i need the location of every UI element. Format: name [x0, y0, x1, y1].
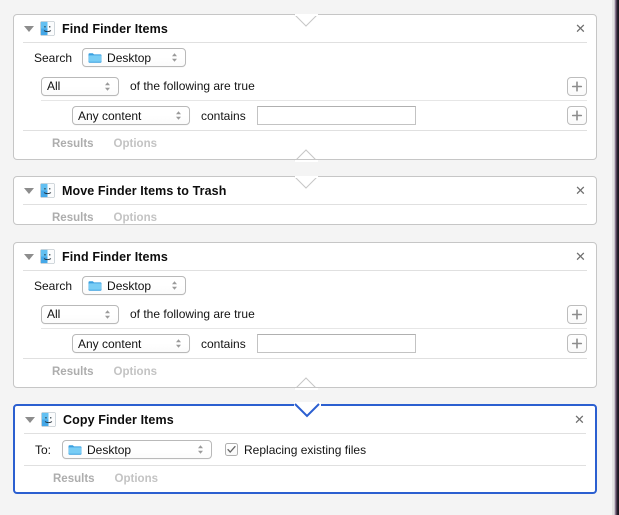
- window-right-edge: [612, 0, 619, 515]
- plus-icon: [571, 110, 583, 121]
- action-header[interactable]: Find Finder Items ✕: [14, 15, 596, 42]
- action-block-find-finder-items-1[interactable]: Find Finder Items ✕ Search Desktop All o…: [13, 14, 597, 162]
- options-tab[interactable]: Options: [114, 138, 157, 150]
- search-location-popup[interactable]: Desktop: [82, 48, 187, 67]
- action-title: Find Finder Items: [62, 21, 168, 36]
- finder-icon: [41, 412, 56, 427]
- replace-existing-files-control[interactable]: Replacing existing files: [225, 443, 366, 457]
- condition-row: All of the following are true: [14, 72, 596, 100]
- results-tab[interactable]: Results: [53, 473, 95, 485]
- up-down-chevrons-icon: [176, 111, 181, 120]
- results-tab[interactable]: Results: [52, 366, 94, 378]
- condition-text: of the following are true: [130, 79, 255, 93]
- rule-attribute-popup[interactable]: Any content: [72, 106, 190, 125]
- workflow-canvas[interactable]: Find Finder Items ✕ Search Desktop All o…: [0, 0, 612, 515]
- action-footer: Results Options: [14, 359, 596, 385]
- action-block-copy-finder-items[interactable]: Copy Finder Items ✕ To: Desktop Replacin…: [13, 402, 597, 494]
- add-rule-button[interactable]: [567, 106, 587, 125]
- close-icon[interactable]: ✕: [574, 250, 587, 263]
- close-icon[interactable]: ✕: [574, 22, 587, 35]
- destination-popup[interactable]: Desktop: [62, 440, 213, 459]
- destination-value: Desktop: [87, 442, 132, 457]
- rule-row: Any content contains: [14, 101, 596, 130]
- action-header[interactable]: Move Finder Items to Trash ✕: [14, 177, 596, 204]
- action-header[interactable]: Find Finder Items ✕: [14, 243, 596, 270]
- destination-label: To:: [35, 442, 52, 457]
- action-body: To: Desktop Replacing existing files: [15, 434, 595, 465]
- close-icon[interactable]: ✕: [574, 184, 587, 197]
- action-block-find-finder-items-2[interactable]: Find Finder Items ✕ Search Desktop All o…: [13, 242, 597, 390]
- checkmark-icon: [227, 445, 236, 453]
- blue-folder-icon: [88, 52, 102, 63]
- add-rule-button[interactable]: [567, 334, 587, 353]
- up-down-chevrons-icon: [198, 445, 204, 454]
- action-footer: Results Options: [15, 466, 595, 492]
- results-tab[interactable]: Results: [52, 138, 94, 150]
- plus-icon: [571, 308, 583, 320]
- action-title: Find Finder Items: [62, 249, 168, 264]
- add-condition-button[interactable]: [567, 76, 587, 96]
- options-tab[interactable]: Options: [115, 473, 158, 485]
- search-row: Search Desktop: [14, 271, 596, 300]
- action-title: Move Finder Items to Trash: [62, 183, 227, 198]
- up-down-chevrons-icon: [105, 81, 110, 91]
- replace-existing-files-checkbox[interactable]: [225, 443, 239, 456]
- options-tab[interactable]: Options: [114, 212, 157, 224]
- disclosure-triangle-down-icon[interactable]: [23, 22, 36, 35]
- rule-value-input[interactable]: [256, 334, 416, 353]
- up-down-chevrons-icon: [105, 309, 110, 319]
- search-location-value: Desktop: [107, 50, 152, 65]
- search-location-popup[interactable]: Desktop: [82, 276, 187, 295]
- action-block-move-finder-items-to-trash[interactable]: Move Finder Items to Trash ✕ Results Opt…: [13, 176, 597, 225]
- rule-row: Any content contains: [14, 329, 596, 358]
- rule-operator-label: contains: [201, 108, 246, 123]
- condition-match-popup[interactable]: All: [41, 76, 119, 96]
- rule-operator-label: contains: [201, 336, 246, 351]
- disclosure-triangle-down-icon[interactable]: [23, 250, 36, 263]
- blue-folder-icon: [88, 280, 102, 291]
- action-body: Search Desktop All of the following are …: [14, 271, 596, 358]
- finder-icon: [40, 249, 55, 264]
- disclosure-triangle-down-icon[interactable]: [23, 184, 36, 197]
- up-down-chevrons-icon: [172, 281, 178, 290]
- disclosure-triangle-down-icon[interactable]: [24, 413, 37, 426]
- options-tab[interactable]: Options: [114, 366, 157, 378]
- up-down-chevrons-icon: [176, 339, 181, 348]
- close-icon[interactable]: ✕: [573, 413, 586, 426]
- action-title: Copy Finder Items: [63, 412, 174, 427]
- action-footer: Results Options: [14, 131, 596, 157]
- condition-row: All of the following are true: [14, 300, 596, 328]
- blue-folder-icon: [68, 444, 82, 455]
- condition-match-popup[interactable]: All: [41, 304, 119, 324]
- rule-attribute-value: Any content: [78, 336, 142, 351]
- results-tab[interactable]: Results: [52, 212, 94, 224]
- search-location-value: Desktop: [107, 278, 152, 293]
- plus-icon: [571, 80, 583, 92]
- replace-existing-files-label: Replacing existing files: [244, 442, 367, 457]
- rule-attribute-value: Any content: [78, 108, 142, 123]
- condition-match-value: All: [47, 307, 61, 321]
- finder-icon: [40, 183, 55, 198]
- search-label: Search: [34, 278, 73, 293]
- condition-match-value: All: [47, 79, 61, 93]
- action-body: Search Desktop All of the following are …: [14, 43, 596, 130]
- rule-attribute-popup[interactable]: Any content: [72, 334, 190, 353]
- add-condition-button[interactable]: [567, 304, 587, 324]
- action-header[interactable]: Copy Finder Items ✕: [15, 406, 595, 433]
- condition-text: of the following are true: [130, 307, 255, 321]
- destination-row: To: Desktop Replacing existing files: [15, 434, 595, 465]
- finder-icon: [40, 21, 55, 36]
- search-row: Search Desktop: [14, 43, 596, 72]
- action-footer: Results Options: [14, 205, 596, 231]
- plus-icon: [571, 338, 583, 349]
- search-label: Search: [34, 50, 73, 65]
- rule-value-input[interactable]: [256, 106, 416, 125]
- up-down-chevrons-icon: [172, 53, 178, 62]
